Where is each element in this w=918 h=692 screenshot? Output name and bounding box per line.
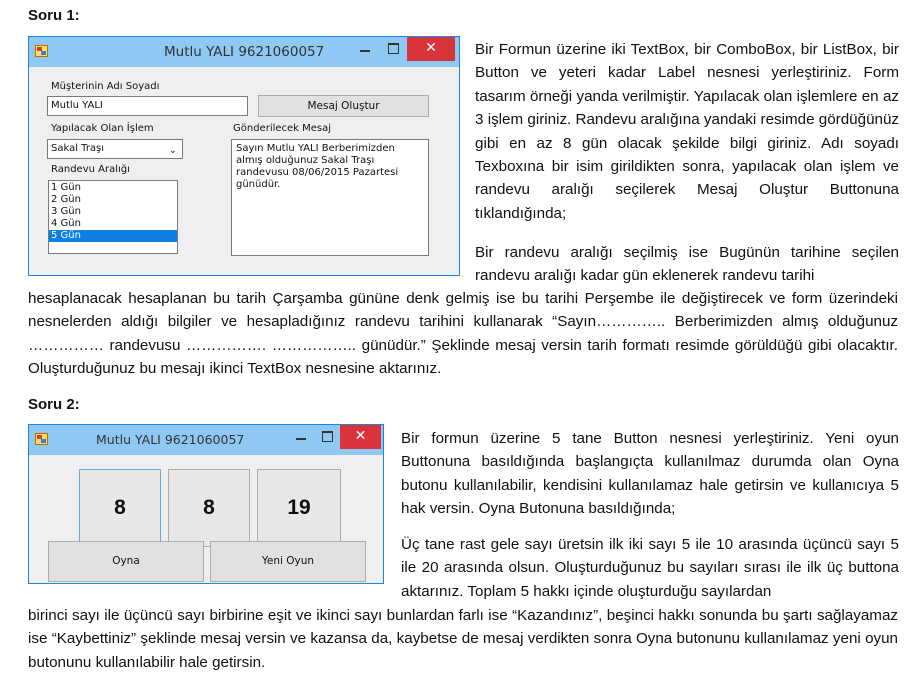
- app-icon: [35, 45, 48, 57]
- window-title: Mutlu YALI 9621060057: [96, 432, 245, 447]
- operation-combobox[interactable]: Sakal Traşı ⌄: [47, 139, 183, 159]
- question-2-paragraph-full: birinci sayı ile üçüncü sayı birbirine e…: [28, 607, 898, 671]
- form-window-1: Mutlu YALI 9621060057 ✕ Müşterinin Adı S…: [28, 36, 460, 276]
- close-icon[interactable]: ✕: [340, 425, 381, 449]
- close-icon[interactable]: ✕: [407, 37, 455, 61]
- title-bar: Mutlu YALI 9621060057 ✕: [29, 425, 383, 455]
- message-textbox[interactable]: Sayın Mutlu YALI Berberimizden almış old…: [231, 139, 429, 256]
- form-window-2: Mutlu YALI 9621060057 ✕ 8 8 19 Oyna Yeni…: [28, 424, 384, 584]
- question-1-paragraph-side-2: Bir randevu aralığı seçilmiş ise Bugünün…: [475, 244, 899, 285]
- operation-selected-value: Sakal Traşı: [51, 143, 105, 154]
- window-title: Mutlu YALI 9621060057: [164, 44, 325, 60]
- new-game-button[interactable]: Yeni Oyun: [210, 541, 366, 582]
- range-listbox[interactable]: 1 Gün 2 Gün 3 Gün 4 Gün 5 Gün: [48, 180, 178, 254]
- list-item[interactable]: 1 Gün: [49, 182, 177, 194]
- chevron-down-icon[interactable]: ⌄: [169, 142, 177, 160]
- list-item[interactable]: 4 Gün: [49, 218, 177, 230]
- title-bar: Mutlu YALI 9621060057 ✕: [29, 37, 459, 67]
- create-message-button[interactable]: Mesaj Oluştur: [258, 95, 429, 117]
- app-icon: [35, 433, 48, 445]
- form-content: Müşterinin Adı Soyadı Mutlu YALI Mesaj O…: [29, 67, 459, 275]
- number-button-3[interactable]: 19: [257, 469, 341, 547]
- minimize-icon[interactable]: [288, 425, 314, 449]
- question-1-heading: Soru 1:: [28, 7, 80, 24]
- question-1-paragraph-side: Bir Formun üzerine iki TextBox, bir Comb…: [475, 41, 899, 222]
- form-content: 8 8 19 Oyna Yeni Oyun: [29, 455, 383, 583]
- number-button-1[interactable]: 8: [79, 469, 161, 547]
- customer-name-input[interactable]: Mutlu YALI: [47, 96, 248, 116]
- message-label: Gönderilecek Mesaj: [233, 123, 332, 134]
- list-item-selected[interactable]: 5 Gün: [49, 230, 177, 242]
- question-2-paragraph-side-2: Üç tane rast gele sayı üretsin ilk iki s…: [401, 536, 899, 600]
- maximize-icon[interactable]: [314, 425, 340, 449]
- number-button-2[interactable]: 8: [168, 469, 250, 547]
- customer-name-label: Müşterinin Adı Soyadı: [51, 81, 160, 92]
- minimize-icon[interactable]: [351, 37, 379, 61]
- question-1-paragraph-full: hesaplanacak hesaplanan bu tarih Çarşamb…: [28, 290, 898, 378]
- maximize-icon[interactable]: [379, 37, 407, 61]
- list-item[interactable]: 2 Gün: [49, 194, 177, 206]
- play-button[interactable]: Oyna: [48, 541, 204, 582]
- list-item[interactable]: 3 Gün: [49, 206, 177, 218]
- question-2-heading: Soru 2:: [28, 396, 80, 413]
- range-label: Randevu Aralığı: [51, 164, 130, 175]
- operation-label: Yapılacak Olan İşlem: [51, 123, 154, 134]
- question-2-paragraph-side: Bir formun üzerine 5 tane Button nesnesi…: [401, 430, 899, 518]
